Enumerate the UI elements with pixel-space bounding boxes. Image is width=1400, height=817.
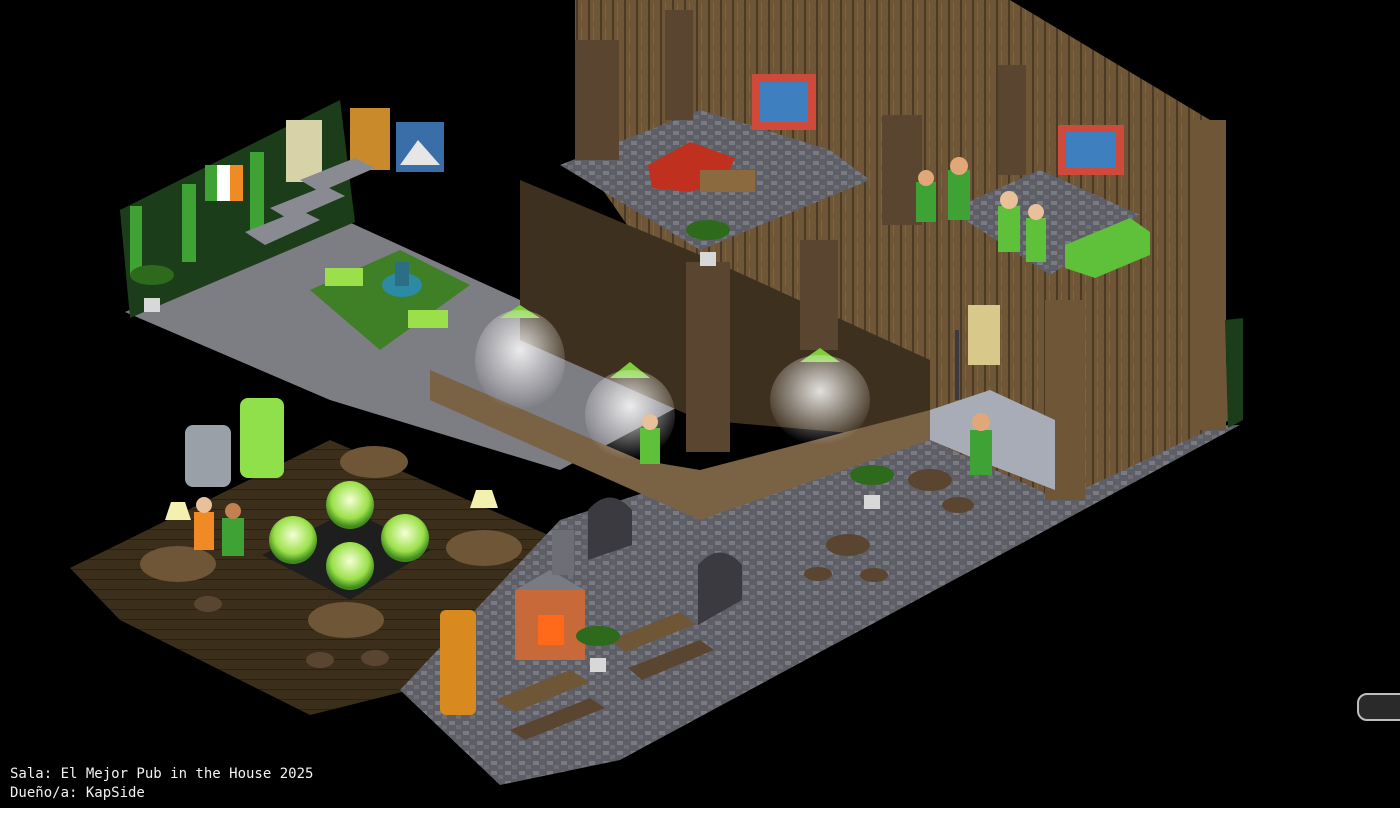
avatar-dining-1 bbox=[194, 497, 214, 550]
room-info: Sala: El Mejor Pub in the House 2025 Due… bbox=[10, 765, 313, 803]
bottom-strip bbox=[0, 808, 1400, 817]
green-bench-1[interactable] bbox=[325, 268, 363, 286]
green-bench-2[interactable] bbox=[408, 310, 448, 328]
green-orb-1[interactable] bbox=[326, 481, 374, 529]
irish-flag-green bbox=[205, 165, 217, 201]
room-name: Sala: El Mejor Pub in the House 2025 bbox=[10, 766, 314, 782]
grey-vending-machine[interactable] bbox=[185, 425, 231, 487]
table-lamp-1 bbox=[165, 502, 191, 520]
barrel-pillar-2 bbox=[665, 10, 693, 120]
green-orb-4[interactable] bbox=[326, 542, 374, 590]
fireplace-chimney bbox=[552, 530, 574, 575]
room-owner: Dueño/a: KapSide bbox=[10, 785, 145, 801]
game-room-viewport[interactable] bbox=[0, 0, 1400, 817]
upstairs-table[interactable] bbox=[700, 170, 755, 192]
map-frame-upstairs-1-inner bbox=[760, 82, 808, 122]
avatar-green-2 bbox=[1026, 204, 1046, 262]
green-vending-machine[interactable] bbox=[240, 398, 284, 478]
table-lamp-2 bbox=[470, 490, 498, 508]
barrel-pillar-1 bbox=[575, 40, 619, 160]
avatar-bartender bbox=[640, 414, 660, 464]
green-banner-1 bbox=[130, 206, 142, 276]
speaker-stack bbox=[968, 305, 1000, 365]
fire-icon bbox=[538, 615, 564, 645]
map-poster bbox=[286, 120, 322, 182]
stone-column-far-right bbox=[1190, 120, 1226, 430]
avatar-green-1 bbox=[998, 191, 1020, 252]
microphone-stand bbox=[955, 330, 959, 400]
barrel-pillar-4 bbox=[998, 65, 1026, 175]
fountain-column bbox=[395, 262, 409, 286]
map-frame-upstairs-2-inner bbox=[1066, 132, 1116, 168]
barrel-pillar-6 bbox=[800, 240, 838, 350]
green-orb-3[interactable] bbox=[381, 514, 429, 562]
green-orb-2[interactable] bbox=[269, 516, 317, 564]
barrel-pillar-5 bbox=[686, 262, 730, 452]
green-banner-2 bbox=[182, 184, 196, 262]
avatar-dj bbox=[970, 413, 992, 475]
green-banner-3 bbox=[250, 152, 264, 232]
right-wall-edge bbox=[1225, 318, 1243, 428]
avatar-leprechaun-1 bbox=[916, 170, 936, 222]
side-panel-tab-icon[interactable] bbox=[1357, 693, 1400, 721]
avatar-leprechaun-2 bbox=[948, 157, 970, 220]
irish-flag-orange bbox=[230, 165, 243, 201]
avatar-dining-2 bbox=[222, 503, 244, 556]
golden-clock[interactable] bbox=[440, 610, 476, 715]
